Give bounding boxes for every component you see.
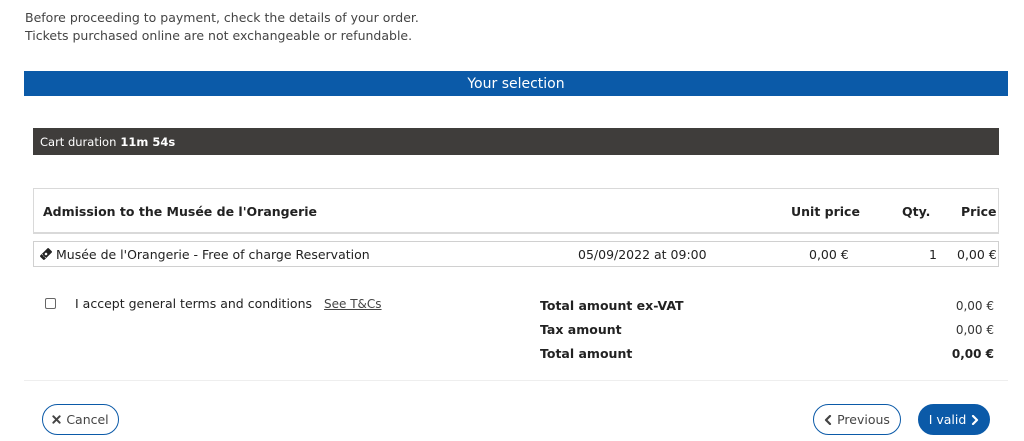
chevron-right-icon [971,414,979,425]
tax-amount-label: Tax amount [540,322,622,337]
previous-button[interactable]: Previous [813,404,901,435]
divider [24,380,1008,381]
table-header: Admission to the Musée de l'Orangerie Un… [33,188,999,234]
total-amount-value: 0,00 € [951,347,994,361]
chevron-left-icon [824,414,832,425]
notice-line-1: Before proceeding to payment, check the … [25,10,419,25]
valid-label: I valid [928,412,967,427]
notice-line-2: Tickets purchased online are not exchang… [25,28,413,43]
total-ex-vat-label: Total amount ex-VAT [540,298,684,313]
cart-duration-bar: Cart duration 11m 54s [33,128,999,155]
total-ex-vat-value: 0,00 € [955,299,994,313]
selection-header: Your selection [24,71,1008,96]
header-item: Admission to the Musée de l'Orangerie [43,204,318,219]
header-unit-price: Unit price [791,204,860,219]
cancel-label: Cancel [66,412,109,427]
terms-checkbox[interactable] [45,298,56,309]
row-qty: 1 [929,247,937,262]
cart-duration-value: 11m 54s [120,134,176,149]
table-row: Musée de l'Orangerie - Free of charge Re… [33,241,999,267]
previous-label: Previous [837,412,890,427]
row-price: 0,00 € [957,247,997,262]
terms-section: I accept general terms and conditions Se… [45,296,382,311]
cancel-button[interactable]: Cancel [42,404,119,435]
terms-label: I accept general terms and conditions [75,296,313,311]
close-icon [52,415,61,424]
row-unit-price: 0,00 € [809,247,849,262]
selection-title: Your selection [467,75,565,92]
order-notice: Before proceeding to payment, check the … [25,9,419,45]
row-datetime: 05/09/2022 at 09:00 [578,247,707,262]
header-price: Price [961,204,997,219]
cart-duration-label: Cart duration [40,134,117,149]
valid-button[interactable]: I valid [918,404,990,435]
tax-amount-value: 0,00 € [955,323,994,337]
total-amount-label: Total amount [540,346,633,361]
see-tcs-link[interactable]: See T&Cs [324,297,382,311]
ticket-icon [40,248,52,260]
header-qty: Qty. [902,204,931,219]
row-name: Musée de l'Orangerie - Free of charge Re… [56,247,370,262]
